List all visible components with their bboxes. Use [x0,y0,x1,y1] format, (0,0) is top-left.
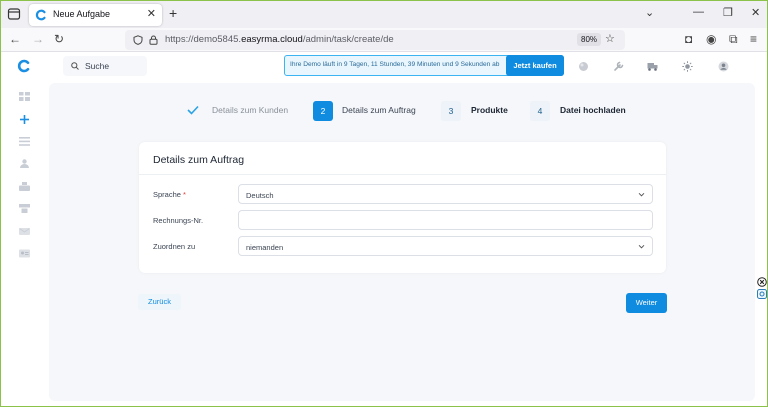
app-header: Suche Ihre Demo läuft in 9 Tagen, 11 Stu… [1,52,767,80]
invoice-number-input[interactable] [238,210,653,230]
user-avatar-icon[interactable] [718,61,729,72]
search-box[interactable]: Suche [63,56,147,76]
tab-close-icon[interactable]: ✕ [147,7,156,20]
assign-to-value: niemanden [246,243,284,252]
back-button[interactable]: Zurück [138,294,181,310]
main-content: Details zum Kunden 2 Details zum Auftrag… [49,83,755,401]
pocket-icon[interactable]: ◘ [685,32,692,46]
maximize-icon[interactable]: ❐ [723,6,733,19]
assign-to-select[interactable]: niemanden [238,236,653,256]
tab-list-icon[interactable] [7,7,21,21]
bookmark-star-icon[interactable]: ☆ [605,32,615,45]
url-bar[interactable]: https://demo5845.easyrma.cloud/admin/tas… [125,30,625,50]
step-2-number: 2 [313,101,333,121]
step-3-label: Produkte [471,105,508,115]
step-4-label: Datei hochladen [560,105,626,115]
truck-icon[interactable] [647,61,658,72]
contact-card-icon[interactable] [19,249,30,258]
next-button[interactable]: Weiter [626,293,667,313]
browser-tab-active[interactable]: Neue Aufgabe ✕ [29,4,162,26]
chevron-down-icon [638,244,645,249]
lock-icon[interactable] [149,35,158,45]
search-icon [71,62,79,70]
chat-widget-icon[interactable] [757,289,767,299]
floating-widget [757,277,767,301]
step-4-number: 4 [530,101,550,121]
reload-icon[interactable]: ↻ [54,32,64,46]
step-1-label: Details zum Kunden [212,105,289,115]
tab-title: Neue Aufgabe [53,9,111,19]
mail-icon[interactable] [19,227,30,236]
browser-tab-bar: Neue Aufgabe ✕ + ⌄ — ❐ ✕ [1,1,767,28]
zoom-level[interactable]: 80% [577,33,602,46]
shield-icon[interactable] [133,35,143,45]
extensions-icon[interactable]: ⧉ [729,32,738,47]
demo-expiry-banner: Ihre Demo läuft in 9 Tagen, 11 Stunden, … [284,55,564,76]
step-2-label: Details zum Auftrag [342,105,416,115]
language-label: Sprache * [153,190,186,199]
menu-icon[interactable]: ≡ [750,32,757,46]
account-icon[interactable]: ◉ [706,32,716,46]
browser-nav-bar: ← → ↻ https://demo5845.easyrma.cloud/adm… [1,28,767,52]
wrench-icon[interactable] [613,61,624,72]
buy-now-button[interactable]: Jetzt kaufen [506,55,564,76]
language-select[interactable]: Deutsch [238,184,653,204]
search-placeholder: Suche [85,61,110,71]
assign-to-label: Zuordnen zu [153,242,196,251]
step-check-icon [187,105,199,115]
minimize-icon[interactable]: — [693,6,704,18]
close-circle-icon[interactable] [757,277,767,287]
plus-icon[interactable] [19,115,30,124]
person-icon[interactable] [19,159,30,168]
invoice-number-label: Rechnungs-Nr. [153,216,204,225]
easyrma-logo-icon[interactable] [17,59,31,73]
sun-icon[interactable] [682,61,693,72]
step-3-number: 3 [441,101,461,121]
card-divider [139,174,666,175]
chevron-down-icon [638,192,645,197]
card-title: Details zum Auftrag [153,154,245,166]
language-value: Deutsch [246,191,274,200]
demo-expiry-text: Ihre Demo läuft in 9 Tagen, 11 Stunden, … [290,61,500,68]
url-text[interactable]: https://demo5845.easyrma.cloud/admin/tas… [165,34,394,45]
new-tab-icon[interactable]: + [169,5,177,21]
dashboard-icon[interactable] [19,92,30,101]
back-arrow-icon[interactable]: ← [9,32,21,46]
forward-arrow-icon[interactable]: → [32,32,44,46]
order-details-card: Details zum Auftrag Sprache * Deutsch Re… [139,142,666,273]
package-icon[interactable] [19,182,30,191]
list-icon[interactable] [19,137,30,146]
tab-overflow-chevron-icon[interactable]: ⌄ [645,6,654,19]
cards-icon[interactable] [19,204,30,213]
window-close-icon[interactable]: ✕ [751,6,760,19]
easyrma-favicon-icon [35,9,46,21]
puzzle-icon[interactable] [578,61,589,72]
